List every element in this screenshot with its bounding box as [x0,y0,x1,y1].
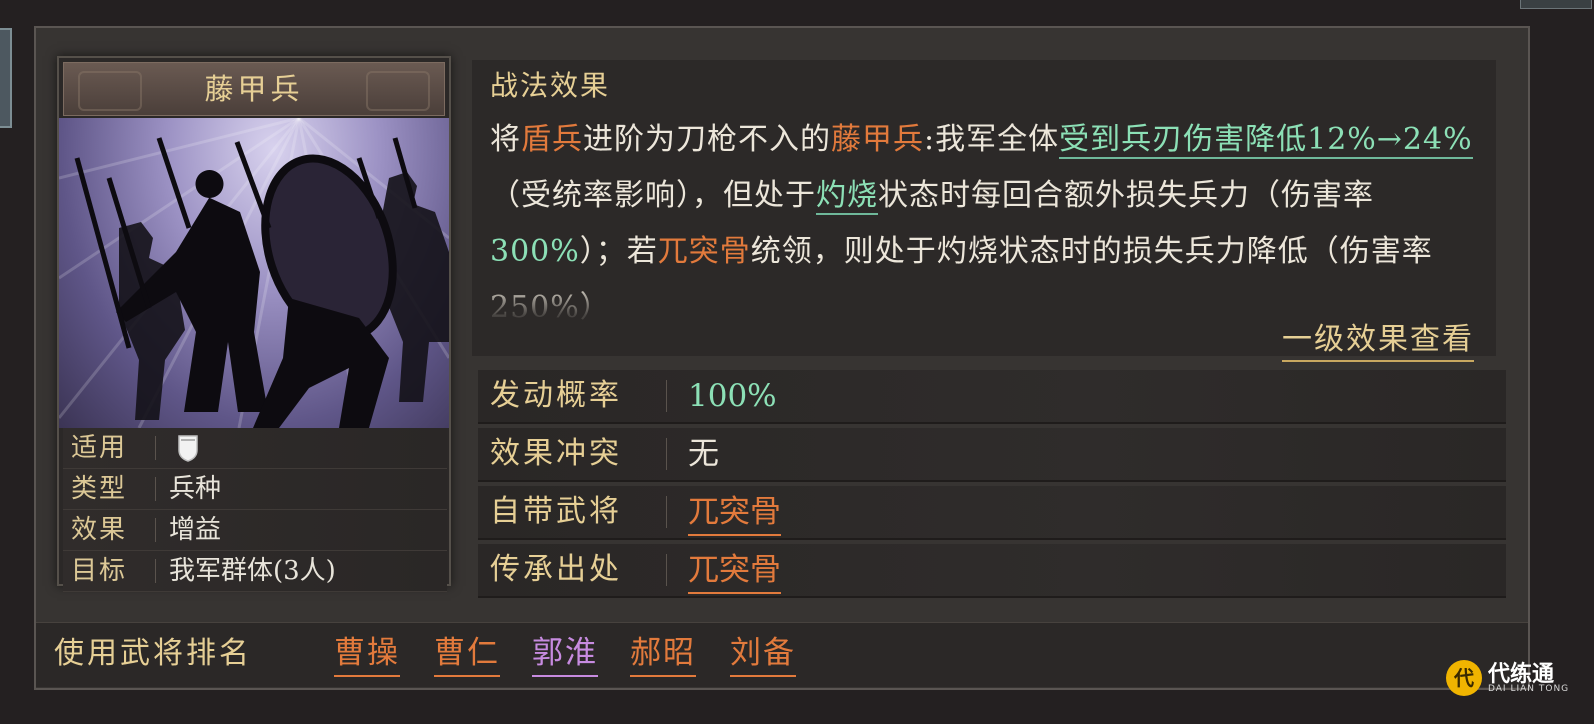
info-label: 发动概率 [490,378,622,413]
keyword-general-wutugu[interactable]: 兀突骨 [658,234,751,269]
effect-text-segment: 将 [490,122,521,157]
info-divider [666,438,667,470]
watermark-subtitle: DAI LIAN TONG [1488,684,1570,694]
shield-icon [178,435,198,462]
watermark-logo-icon: 代 [1446,660,1482,696]
conflict-value: 无 [688,436,719,472]
ranking-general-2[interactable]: 曹仁 [434,633,500,677]
troop-artwork [59,118,449,428]
attribute-row-effect: 效果 增益 [63,510,447,551]
attribute-row-target: 目标 我军群体(3人) [63,551,447,592]
title-ornament-right [366,71,430,111]
info-label: 效果冲突 [490,436,622,471]
attribute-label: 目标 [71,556,128,586]
trigger-rate-value: 100% [688,378,777,414]
top-right-tab[interactable] [1520,0,1592,9]
effect-description-box[interactable]: 战法效果 将盾兵进阶为刀枪不入的藤甲兵:我军全体受到兵刃伤害降低12%→24% （… [472,60,1496,362]
ranking-general-1[interactable]: 曹操 [334,633,400,677]
attribute-label: 类型 [71,474,128,504]
effect-text-segment: 状态时每回合额外损失兵力（伤害率 [878,178,1374,213]
keyword-burn-status[interactable]: 灼烧 [816,178,878,215]
effect-text-segment: :我军全体 [924,122,1060,157]
attribute-row-type: 类型 兵种 [63,469,447,510]
attribute-label: 效果 [71,515,128,545]
keyword-shield-troop[interactable]: 盾兵 [521,122,583,157]
effect-text-segment: 进阶为刀枪不入的 [583,122,831,157]
attribute-value: 增益 [169,515,222,545]
info-divider [666,554,667,586]
ranking-general-4[interactable]: 郝昭 [630,633,696,677]
effect-text-segment: ）；若 [579,234,658,269]
attribute-value: 兵种 [169,474,222,504]
info-row-trigger-rate: 发动概率 100% [478,370,1506,424]
attribute-row-applicable: 适用 [63,428,447,469]
general-ranking-bar: 使用武将排名 曹操 曹仁 郭淮 郝昭 刘备 [36,622,1528,687]
ranking-general-5[interactable]: 刘备 [730,633,796,677]
attribute-label: 适用 [71,433,128,463]
keyword-damage-reduction[interactable]: 受到兵刃伤害降低12%→24% [1059,122,1473,159]
ranking-general-3[interactable]: 郭淮 [532,633,598,677]
card-title-bar: 藤甲兵 [63,62,445,116]
info-row-conflict: 效果冲突 无 [478,428,1506,482]
info-label: 自带武将 [490,494,622,529]
tactic-card: 藤甲兵 适用 类型 兵种 效果 增益 目标 我军群体(3人) [57,56,451,592]
attribute-table: 适用 类型 兵种 效果 增益 目标 我军群体(3人) [63,428,447,592]
site-watermark: 代 代练通 DAI LIAN TONG [1446,656,1586,706]
info-label: 传承出处 [490,552,622,587]
ranking-label: 使用武将排名 [54,636,252,671]
keyword-rattan-troop[interactable]: 藤甲兵 [831,122,924,157]
info-divider [666,380,667,412]
effect-text-segment: （受统率影响），但处于 [490,178,816,213]
attribute-divider [155,436,156,460]
troop-silhouette-image [59,118,449,428]
default-general-link[interactable]: 兀突骨 [688,490,781,536]
attribute-value: 我军群体(3人) [169,556,336,586]
attribute-divider [155,559,156,583]
info-row-inherit-source: 传承出处 兀突骨 [478,544,1506,598]
info-divider [666,496,667,528]
side-tab-handle[interactable] [0,28,12,128]
view-level-one-effect-link[interactable]: 一级效果查看 [1282,314,1474,362]
title-ornament-left [78,71,142,111]
attribute-divider [155,477,156,501]
tactic-name: 藤甲兵 [204,72,304,106]
inherit-source-link[interactable]: 兀突骨 [688,548,781,594]
attribute-divider [155,518,156,542]
info-row-default-general: 自带武将 兀突骨 [478,486,1506,540]
damage-rate-value: 300% [490,234,580,269]
effect-section-title: 战法效果 [490,69,611,102]
